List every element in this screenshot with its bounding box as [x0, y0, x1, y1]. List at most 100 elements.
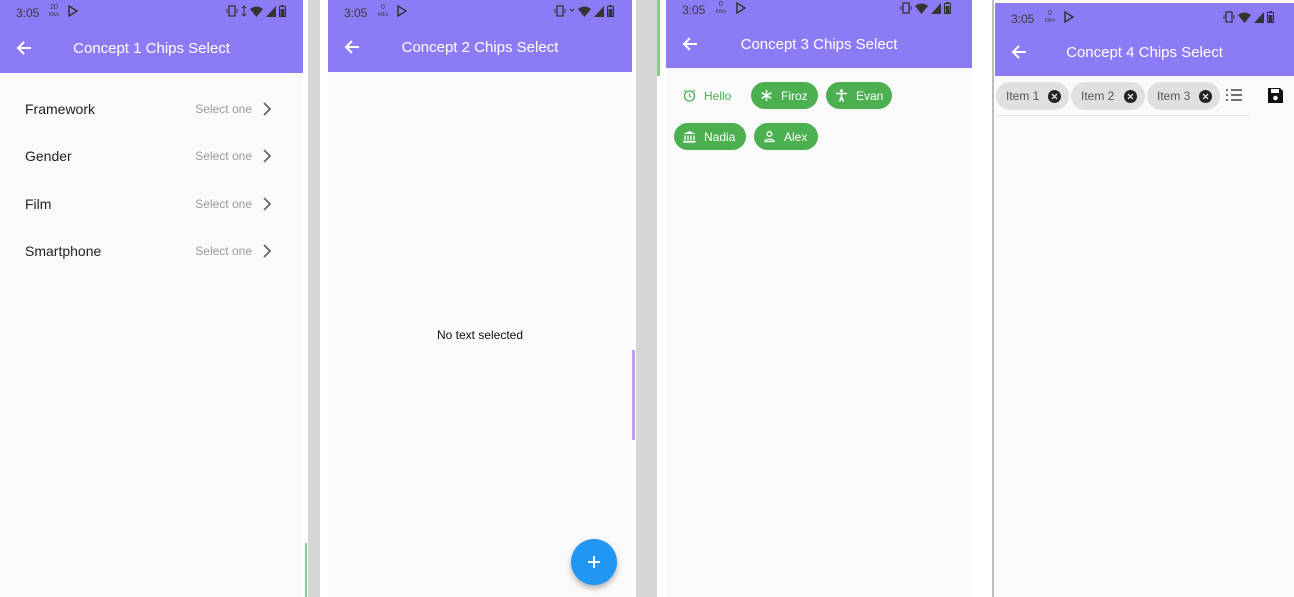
- list-item-film[interactable]: Film Select one: [0, 180, 303, 227]
- row-value: Select one: [195, 148, 252, 163]
- data-arrows-icon: [569, 8, 575, 12]
- status-time: 3:05: [344, 6, 368, 20]
- screen-concept-4: 3:05 0 KB/s Concept 4 Chips Select Item 1: [995, 0, 1294, 597]
- vibrate-icon: [554, 5, 566, 17]
- chip-alex[interactable]: Alex: [754, 123, 818, 150]
- wifi-icon: [578, 6, 591, 17]
- status-time: 3:05: [16, 6, 40, 20]
- gap-strip: [972, 0, 992, 597]
- chevron-right-icon: [263, 148, 272, 163]
- remove-chip-button[interactable]: [1199, 89, 1212, 103]
- list-item-smartphone[interactable]: Smartphone Select one: [0, 227, 303, 274]
- app-bar: 3:05 20 KB/s Concept 1 Chips Select: [0, 0, 303, 73]
- signal-icon: [594, 5, 604, 17]
- toolbar: Concept 4 Chips Select: [995, 28, 1294, 76]
- close-icon: [1051, 93, 1058, 99]
- battery-icon: [944, 2, 951, 14]
- list-item-gender[interactable]: Gender Select one: [0, 132, 303, 179]
- status-icons: [1223, 11, 1274, 23]
- toolbar: Concept 3 Chips Select: [666, 20, 972, 68]
- list-icon: [1226, 89, 1242, 101]
- wifi-icon: [250, 6, 263, 17]
- chip-hello[interactable]: Hello: [674, 82, 742, 109]
- chip-label: Alex: [784, 129, 808, 144]
- toolbar: Concept 2 Chips Select: [328, 23, 632, 71]
- chip-firoz[interactable]: Firoz: [751, 82, 818, 109]
- play-store-icon: [736, 2, 746, 14]
- row-label: Smartphone: [25, 242, 102, 259]
- status-bar: 3:05 0 KB/s: [995, 6, 1294, 30]
- page-title: Concept 2 Chips Select: [401, 38, 559, 56]
- edge-glow: [305, 543, 307, 597]
- edge-glow: [657, 0, 660, 76]
- page-title: Concept 3 Chips Select: [740, 35, 898, 53]
- row-label: Film: [25, 195, 52, 212]
- toolbar: Concept 1 Chips Select: [0, 24, 303, 72]
- chip-item-3[interactable]: Item 3: [1147, 82, 1220, 110]
- row-label: Gender: [25, 147, 72, 164]
- chip-label: Evan: [856, 88, 884, 103]
- play-store-icon: [68, 5, 78, 17]
- page-title: Concept 1 Chips Select: [73, 39, 230, 57]
- snowflake-icon: [759, 89, 773, 103]
- alarm-icon: [682, 89, 696, 103]
- status-time: 3:05: [682, 3, 706, 17]
- close-icon: [1127, 93, 1134, 99]
- scroll-indicator: [632, 350, 635, 440]
- chip-label: Nadia: [704, 129, 736, 144]
- wifi-icon: [915, 3, 928, 14]
- chevron-right-icon: [263, 196, 272, 211]
- signal-icon: [266, 5, 276, 17]
- app-bar: 3:05 0 KB/s Concept 4 Chips Select: [995, 3, 1294, 76]
- chip-item-1[interactable]: Item 1: [996, 82, 1069, 110]
- gap-strip: [636, 0, 657, 597]
- chip-label: Item 2: [1081, 89, 1115, 103]
- chip-label: Firoz: [781, 88, 808, 103]
- data-arrows-icon: [241, 5, 247, 17]
- list-item-framework[interactable]: Framework Select one: [0, 85, 303, 132]
- save-icon: [1268, 88, 1283, 103]
- wifi-icon: [1238, 12, 1251, 23]
- save-button[interactable]: [1267, 87, 1285, 105]
- play-store-icon: [1064, 11, 1074, 23]
- net-speed: 0 KB/s: [715, 1, 727, 15]
- bank-icon: [682, 130, 696, 144]
- status-time: 3:05: [1011, 12, 1035, 26]
- list-button[interactable]: [1225, 88, 1245, 104]
- person-icon: [762, 130, 776, 144]
- status-icons: [900, 2, 951, 14]
- chip-bar-divider: [995, 115, 1249, 116]
- app-bar: 3:05 0 KB/s Concept 3 Chips Select: [666, 0, 972, 68]
- vibrate-icon: [226, 5, 238, 17]
- status-bar: 3:05 20 KB/s: [0, 0, 303, 24]
- add-fab-button[interactable]: [571, 539, 617, 585]
- vibrate-icon: [1223, 11, 1235, 23]
- battery-icon: [607, 5, 614, 17]
- row-value: Select one: [195, 243, 252, 258]
- remove-chip-button[interactable]: [1124, 89, 1137, 103]
- battery-icon: [279, 5, 286, 17]
- status-bar: 3:05 0 KB/s: [328, 0, 632, 24]
- screen-concept-3: 3:05 0 KB/s Concept 3 Chips Select Hello…: [666, 0, 972, 597]
- play-store-icon: [397, 5, 407, 17]
- remove-chip-button[interactable]: [1048, 89, 1061, 103]
- status-icons: [226, 5, 286, 17]
- accessibility-icon: [834, 89, 848, 103]
- chip-evan[interactable]: Evan: [826, 82, 892, 109]
- chip-nadia[interactable]: Nadia: [674, 123, 746, 150]
- signal-icon: [931, 2, 941, 14]
- chip-label: Item 3: [1157, 89, 1191, 103]
- chip-label: Item 1: [1006, 89, 1040, 103]
- battery-icon: [1267, 11, 1274, 23]
- edge-line: [992, 0, 994, 597]
- chip-label: Hello: [704, 88, 732, 103]
- row-label: Framework: [25, 100, 96, 117]
- screen-concept-1: 3:05 20 KB/s Concept 1 Chips Select Fram…: [0, 0, 303, 597]
- net-speed: 0 KB/s: [1044, 10, 1056, 24]
- row-value: Select one: [195, 196, 252, 211]
- plus-icon: [588, 556, 600, 568]
- chevron-right-icon: [263, 243, 272, 258]
- status-bar: 3:05 0 KB/s: [666, 0, 972, 21]
- net-speed: 20 KB/s: [48, 4, 60, 18]
- chip-item-2[interactable]: Item 2: [1071, 82, 1145, 110]
